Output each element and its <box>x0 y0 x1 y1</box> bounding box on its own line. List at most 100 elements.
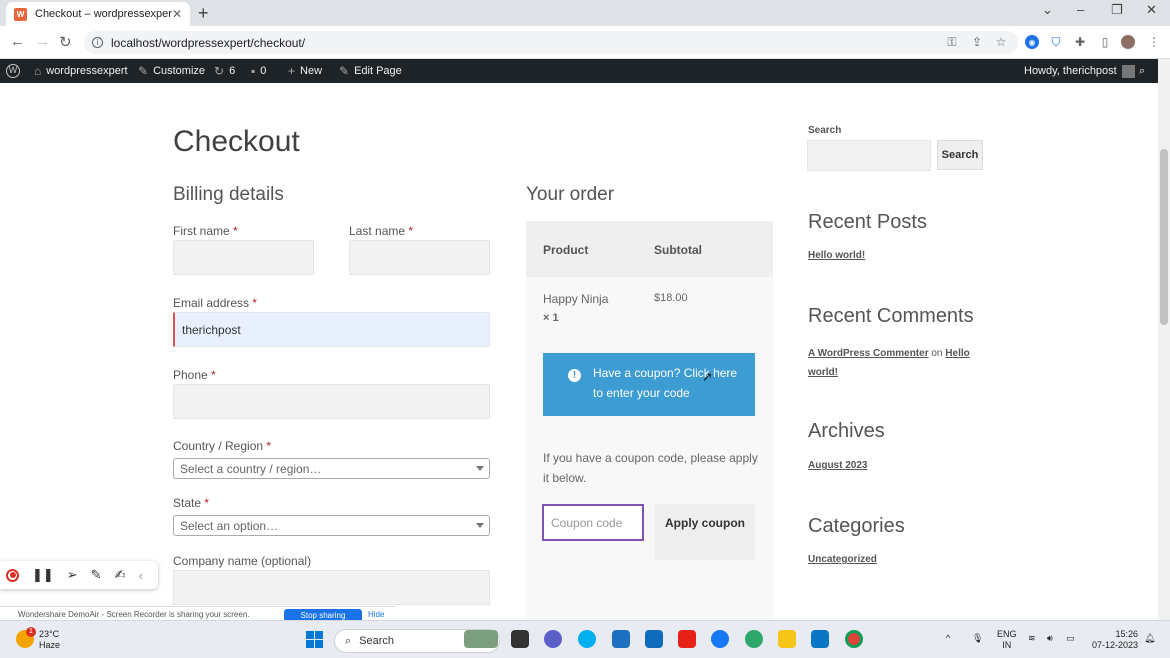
state-label: State * <box>173 496 210 510</box>
phone-field[interactable] <box>173 384 490 419</box>
mail-icon[interactable] <box>645 630 663 648</box>
sidebar-search-input[interactable] <box>807 140 931 171</box>
archive-link[interactable]: August 2023 <box>808 460 867 471</box>
scrollbar-thumb[interactable] <box>1160 149 1168 325</box>
minimize-icon[interactable]: – <box>1077 2 1084 17</box>
highlighter-icon[interactable]: ✍ <box>115 567 126 583</box>
sidebar-search-button[interactable]: Search <box>937 140 983 170</box>
back-icon[interactable]: ← <box>10 33 25 50</box>
adminbar-howdy[interactable]: Howdy, therichpost <box>1024 59 1135 83</box>
chrome-menu-icon[interactable]: ⋮ <box>1147 35 1161 49</box>
your-order-heading: Your order <box>526 184 615 205</box>
address-bar[interactable]: i localhost/wordpressexpert/checkout/ <box>84 31 1018 54</box>
adminbar-comments[interactable]: ▪ 0 <box>251 59 266 83</box>
shield-extension-icon[interactable]: ⛉ <box>1049 35 1063 49</box>
extensions-puzzle-icon[interactable]: ✚ <box>1073 35 1087 49</box>
wp-admin-bar: W ⌂ wordpressexpert ✎ Customize ↻ 6 ▪ 0 + New… <box>0 59 1170 83</box>
coupon-code-input[interactable]: Coupon code <box>542 504 644 541</box>
browser-tab[interactable]: W Checkout – wordpressexpert ✕ <box>6 2 190 26</box>
show-hidden-icons[interactable]: ^ <box>946 633 950 644</box>
file-explorer-icon[interactable] <box>778 630 796 648</box>
first-name-label: First name * <box>173 224 238 238</box>
updates-icon: ↻ <box>214 64 225 78</box>
company-field[interactable] <box>173 570 490 605</box>
browser-toolbar: ← → ↻ i localhost/wordpressexpert/checko… <box>0 26 1170 59</box>
collapse-chevron-icon[interactable]: ‹ <box>139 568 143 583</box>
pause-icon[interactable]: ❚❚ <box>32 567 54 583</box>
billing-heading: Billing details <box>173 184 284 205</box>
tab-title: Checkout – wordpressexpert <box>35 8 172 20</box>
close-tab-icon[interactable]: ✕ <box>172 7 182 21</box>
url-text: localhost/wordpressexpert/checkout/ <box>111 35 306 50</box>
coupon-notice[interactable]: ! Have a coupon? Click here to enter you… <box>543 353 755 416</box>
tab-search-chevron-icon[interactable]: ⌄ <box>1042 2 1053 18</box>
apply-coupon-button[interactable]: Apply coupon <box>655 504 755 560</box>
wifi-icon[interactable]: ≋ <box>1028 633 1036 644</box>
new-tab-icon[interactable]: + <box>198 3 209 24</box>
first-name-field[interactable] <box>173 240 314 275</box>
coupon-help-text: If you have a coupon code, please apply … <box>543 451 758 485</box>
side-panel-icon[interactable]: ▯ <box>1098 35 1112 49</box>
start-windows-icon[interactable] <box>306 631 323 648</box>
task-view-icon[interactable] <box>511 630 529 648</box>
adminbar-search-icon[interactable]: ⌕ <box>1139 59 1145 83</box>
page-scrollbar[interactable] <box>1158 59 1170 620</box>
battery-icon[interactable]: ▭ <box>1066 633 1075 644</box>
page-title: Checkout <box>173 125 300 158</box>
forward-icon[interactable]: → <box>35 33 50 50</box>
adminbar-new[interactable]: + New <box>288 59 322 83</box>
email-field[interactable]: therichpost <box>173 312 490 347</box>
order-item-price: $18.00 <box>654 292 688 304</box>
categories-heading: Categories <box>808 515 905 537</box>
adminbar-site-name[interactable]: ⌂ wordpressexpert <box>34 59 128 83</box>
stop-sharing-button[interactable]: Stop sharing <box>284 609 362 620</box>
pen-icon[interactable]: ✎ <box>91 567 102 583</box>
brush-icon: ✎ <box>138 64 149 78</box>
close-window-icon[interactable]: ✕ <box>1146 2 1157 18</box>
country-select[interactable]: Select a country / region… <box>173 458 490 479</box>
bookmark-star-icon[interactable]: ☆ <box>994 35 1008 49</box>
mouse-cursor-icon: ➚ <box>702 369 713 384</box>
notifications-icon[interactable]: 🔔︎ <box>1144 633 1155 644</box>
windows-taskbar: 1 23°C Haze ⌕ Search ^ 🎙︎ ENG IN ≋ 🔊︎ ▭ 15… <box>0 620 1170 658</box>
facebook-icon[interactable] <box>711 630 729 648</box>
comment-icon: ▪ <box>251 64 256 78</box>
language-indicator[interactable]: ENG IN <box>997 629 1017 651</box>
recent-post-link[interactable]: Hello world! <box>808 250 865 261</box>
category-link[interactable]: Uncategorized <box>808 554 877 565</box>
extension-icon[interactable]: ◉ <box>1025 35 1039 49</box>
vscode-icon[interactable] <box>811 630 829 648</box>
adminbar-updates[interactable]: ↻ 6 <box>214 59 235 83</box>
edge-icon[interactable] <box>745 630 763 648</box>
search-widget-label: Search <box>808 125 842 136</box>
recorder-toolbar: ❚❚ ➢ ✎ ✍ ‹ <box>0 561 158 589</box>
hide-button[interactable]: Hide <box>368 610 384 619</box>
commenter-link[interactable]: A WordPress Commenter <box>808 348 929 359</box>
password-key-icon[interactable]: ⚿ <box>945 35 959 49</box>
volume-icon[interactable]: 🔊︎ <box>1047 633 1053 644</box>
adminbar-customize[interactable]: ✎ Customize <box>138 59 205 83</box>
youtube-icon[interactable] <box>678 630 696 648</box>
wordpress-logo-icon[interactable]: W <box>6 59 20 83</box>
share-icon[interactable]: ⇪ <box>970 35 984 49</box>
store-icon[interactable] <box>612 630 630 648</box>
pointer-icon[interactable]: ➢ <box>67 567 78 583</box>
adminbar-edit-page[interactable]: ✎ Edit Page <box>339 59 402 83</box>
maximize-icon[interactable]: ❐ <box>1111 2 1123 18</box>
state-select[interactable]: Select an option… <box>173 515 490 536</box>
microphone-icon[interactable]: 🎙︎ <box>972 633 983 644</box>
weather-widget[interactable]: 23°C Haze <box>39 629 60 651</box>
skype-icon[interactable] <box>578 630 596 648</box>
chat-icon[interactable] <box>544 630 562 648</box>
record-icon[interactable] <box>6 568 19 582</box>
last-name-field[interactable] <box>349 240 490 275</box>
email-label: Email address * <box>173 296 258 310</box>
profile-avatar[interactable] <box>1121 35 1135 49</box>
phone-label: Phone * <box>173 368 216 382</box>
chrome-icon[interactable] <box>845 630 863 648</box>
plus-icon: + <box>288 64 296 78</box>
site-info-icon[interactable]: i <box>92 37 103 48</box>
clock[interactable]: 15:26 07-12-2023 <box>1088 629 1138 651</box>
company-label: Company name (optional) <box>173 554 312 568</box>
reload-icon[interactable]: ↻ <box>59 33 72 51</box>
